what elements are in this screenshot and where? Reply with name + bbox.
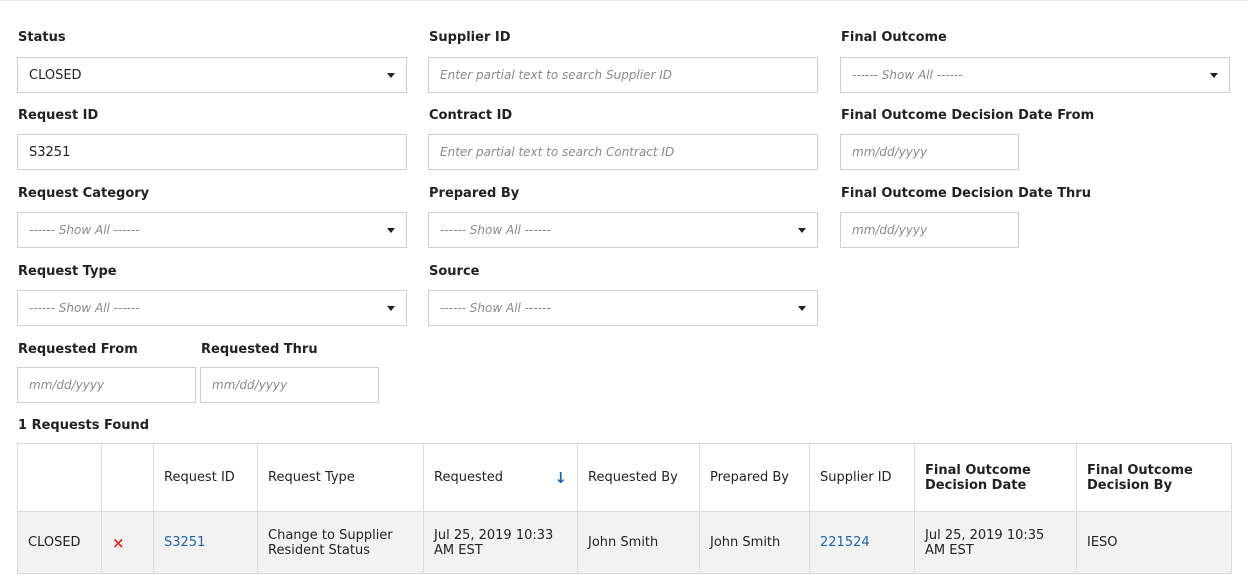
status-label: Status [18, 30, 66, 45]
chevron-down-icon [798, 227, 806, 233]
request-type-select[interactable]: ------ Show All ------ [17, 290, 407, 326]
column-header-final-outcome-by[interactable]: Final Outcome Decision By [1076, 443, 1232, 512]
final-outcome-thru-label: Final Outcome Decision Date Thru [841, 186, 1091, 201]
request-category-select-value: ------ Show All ------ [29, 223, 140, 237]
results-table: Request ID Request Type Requested ↓ Requ… [17, 443, 1232, 574]
top-divider [0, 0, 1248, 1]
cell-final-outcome-date: Jul 25, 2019 10:35 AM EST [914, 511, 1077, 574]
sort-descending-icon[interactable]: ↓ [554, 469, 567, 487]
request-category-select[interactable]: ------ Show All ------ [17, 212, 407, 248]
final-outcome-from-date-input[interactable]: mm/dd/yyyy [840, 134, 1019, 170]
status-select[interactable]: CLOSED [17, 57, 407, 93]
request-id-input[interactable]: S3251 [17, 134, 407, 170]
requested-from-date-input[interactable]: mm/dd/yyyy [17, 367, 196, 403]
chevron-down-icon [798, 305, 806, 311]
column-header-final-outcome-date[interactable]: Final Outcome Decision Date [914, 443, 1077, 512]
chevron-down-icon [387, 72, 395, 78]
source-label: Source [429, 264, 480, 279]
request-id-value: S3251 [29, 144, 71, 160]
column-header-requested-label: Requested [434, 470, 504, 485]
cell-action: × [101, 511, 154, 574]
requested-thru-date-input[interactable]: mm/dd/yyyy [200, 367, 379, 403]
column-header-status [17, 443, 102, 512]
requested-thru-label: Requested Thru [201, 342, 318, 357]
request-type-select-value: ------ Show All ------ [29, 301, 140, 315]
column-header-request-id[interactable]: Request ID [153, 443, 258, 512]
column-header-prepared-by[interactable]: Prepared By [699, 443, 810, 512]
cell-request-id: S3251 [153, 511, 258, 574]
contract-id-placeholder: Enter partial text to search Contract ID [440, 145, 675, 159]
final-outcome-thru-placeholder: mm/dd/yyyy [852, 223, 928, 237]
cell-status: CLOSED [17, 511, 102, 574]
final-outcome-select[interactable]: ------ Show All ------ [840, 57, 1230, 93]
cell-requested: Jul 25, 2019 10:33 AM EST [423, 511, 578, 574]
prepared-by-select-value: ------ Show All ------ [440, 223, 551, 237]
cell-prepared-by: John Smith [699, 511, 810, 574]
supplier-id-input[interactable]: Enter partial text to search Supplier ID [428, 57, 818, 93]
table-header-row: Request ID Request Type Requested ↓ Requ… [17, 443, 1232, 512]
request-type-label: Request Type [18, 264, 117, 279]
cell-requested-by: John Smith [577, 511, 700, 574]
request-id-label: Request ID [18, 108, 99, 123]
status-select-value: CLOSED [29, 67, 82, 83]
final-outcome-from-label: Final Outcome Decision Date From [841, 108, 1095, 123]
table-row: CLOSED × S3251 Change to Supplier Reside… [17, 511, 1232, 574]
requested-thru-placeholder: mm/dd/yyyy [212, 378, 288, 392]
prepared-by-select[interactable]: ------ Show All ------ [428, 212, 818, 248]
delete-icon[interactable]: × [112, 534, 125, 552]
column-header-actions [101, 443, 154, 512]
supplier-id-placeholder: Enter partial text to search Supplier ID [440, 68, 673, 82]
cell-final-outcome-by: IESO [1076, 511, 1232, 574]
final-outcome-label: Final Outcome [841, 30, 947, 45]
column-header-requested[interactable]: Requested ↓ [423, 443, 578, 512]
prepared-by-label: Prepared By [429, 186, 520, 201]
cell-request-type: Change to Supplier Resident Status [257, 511, 424, 574]
supplier-id-link[interactable]: 221524 [820, 535, 870, 550]
contract-id-input[interactable]: Enter partial text to search Contract ID [428, 134, 818, 170]
column-header-request-type[interactable]: Request Type [257, 443, 424, 512]
final-outcome-from-placeholder: mm/dd/yyyy [852, 145, 928, 159]
final-outcome-select-value: ------ Show All ------ [852, 68, 963, 82]
column-header-supplier-id[interactable]: Supplier ID [809, 443, 915, 512]
final-outcome-thru-date-input[interactable]: mm/dd/yyyy [840, 212, 1019, 248]
requested-from-label: Requested From [18, 342, 138, 357]
chevron-down-icon [387, 305, 395, 311]
column-header-requested-by[interactable]: Requested By [577, 443, 700, 512]
request-category-label: Request Category [18, 186, 150, 201]
chevron-down-icon [1210, 72, 1218, 78]
results-count: 1 Requests Found [18, 418, 150, 433]
contract-id-label: Contract ID [429, 108, 513, 123]
supplier-id-label: Supplier ID [429, 30, 511, 45]
source-select-value: ------ Show All ------ [440, 301, 551, 315]
cell-supplier-id: 221524 [809, 511, 915, 574]
requested-from-placeholder: mm/dd/yyyy [29, 378, 105, 392]
chevron-down-icon [387, 227, 395, 233]
request-id-link[interactable]: S3251 [164, 535, 205, 550]
source-select[interactable]: ------ Show All ------ [428, 290, 818, 326]
